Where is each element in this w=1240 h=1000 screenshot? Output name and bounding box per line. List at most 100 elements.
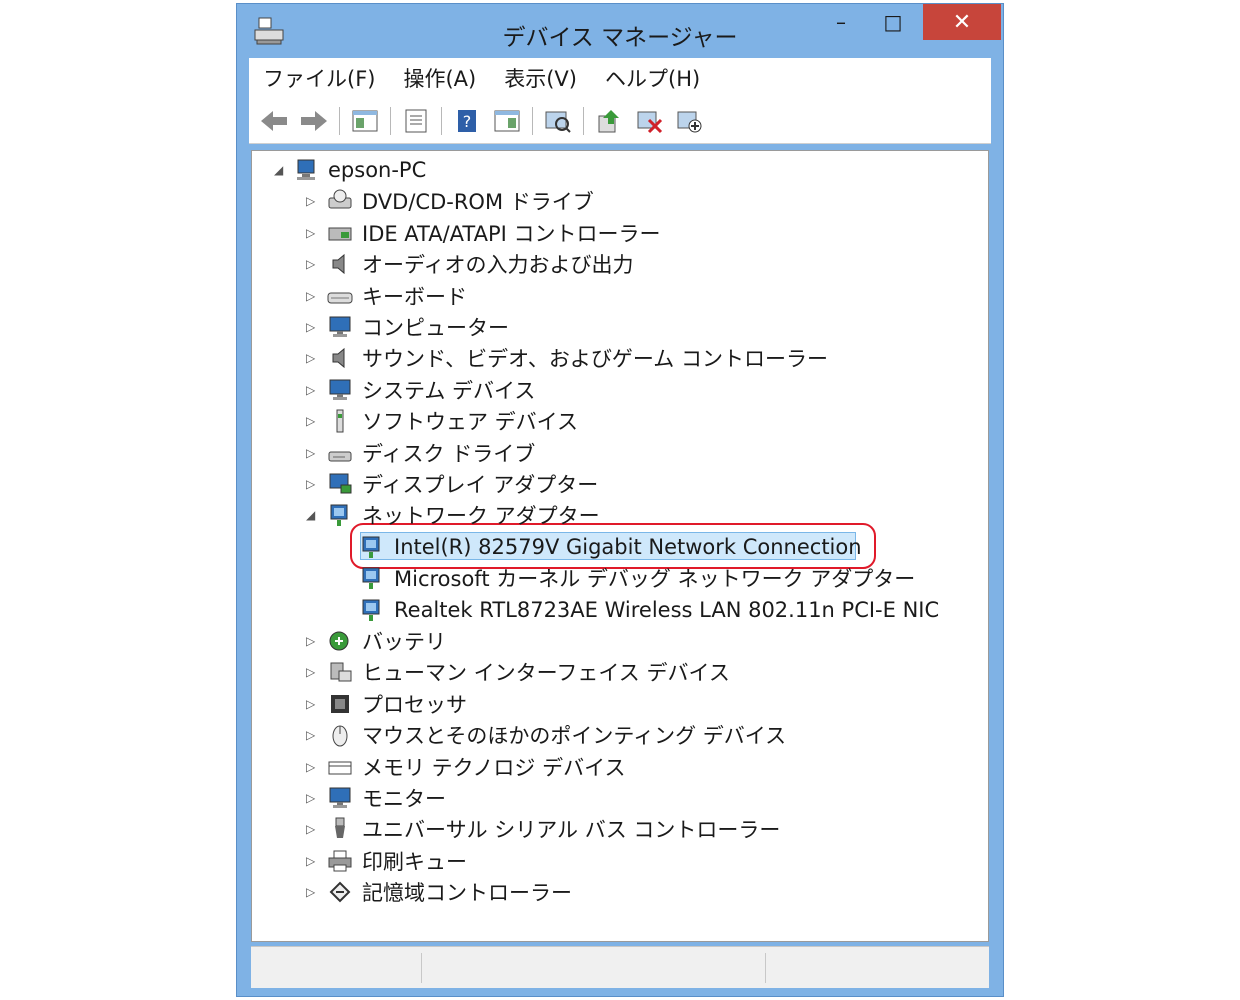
tree-item-label: ヒューマン インターフェイス デバイス	[362, 661, 730, 686]
toolbar-separator	[441, 106, 442, 135]
tree-item-label: オーディオの入力および出力	[362, 253, 634, 278]
tree-category[interactable]: ▷ キーボード	[306, 281, 467, 311]
tree-item-label: IDE ATA/ATAPI コントローラー	[362, 221, 661, 246]
toolbar-separator	[339, 106, 340, 135]
menu-help[interactable]: ヘルプ(H)	[591, 63, 714, 93]
tree-device[interactable]: Realtek RTL8723AE Wireless LAN 802.11n P…	[358, 595, 939, 625]
tree-category[interactable]: ▷ ソフトウェア デバイス	[306, 406, 578, 436]
expand-arrow-icon[interactable]: ▷	[306, 226, 315, 240]
expand-arrow-icon[interactable]: ▷	[306, 665, 315, 679]
hid-icon	[330, 662, 352, 682]
tree-category[interactable]: ▷ 記憶域コントローラー	[306, 877, 572, 907]
title-bar[interactable]: デバイス マネージャー – □ ✕	[237, 4, 1003, 56]
menu-action[interactable]: 操作(A)	[389, 63, 490, 93]
tree-category[interactable]: ▷ モニター	[306, 783, 446, 813]
computer-icon	[297, 159, 315, 180]
display-icon	[329, 473, 352, 494]
battery-icon	[329, 631, 349, 651]
memory-icon	[328, 761, 352, 775]
toolbar-separator	[390, 106, 391, 135]
cpu-icon	[331, 694, 349, 713]
toolbar: ?	[249, 98, 991, 144]
tree-category[interactable]: ▷ ユニバーサル シリアル バス コントローラー	[306, 814, 781, 844]
expand-arrow-icon[interactable]: ▷	[306, 257, 315, 271]
tree-item-label: マウスとそのほかのポインティング デバイス	[362, 724, 787, 749]
expand-arrow-icon[interactable]: ▷	[306, 320, 315, 334]
tree-item-label: 印刷キュー	[362, 849, 467, 874]
tree-device[interactable]: Microsoft カーネル デバッグ ネットワーク アダプター	[358, 563, 915, 593]
controller-icon	[328, 227, 352, 241]
usb-icon	[335, 817, 345, 839]
tree-category[interactable]: ▷ バッテリ	[306, 626, 446, 656]
menu-view[interactable]: 表示(V)	[490, 63, 591, 93]
scan-hardware-icon[interactable]	[541, 105, 575, 137]
expand-arrow-icon[interactable]: ▷	[306, 728, 315, 742]
tree-item-label: Microsoft カーネル デバッグ ネットワーク アダプター	[394, 567, 916, 592]
help-icon[interactable]: ?	[450, 105, 484, 137]
tree-category[interactable]: ▷ ヒューマン インターフェイス デバイス	[306, 657, 730, 687]
tree-category[interactable]: ▷ DVD/CD-ROM ドライブ	[306, 186, 594, 216]
uninstall-icon[interactable]	[632, 105, 666, 137]
show-hide-tree-icon[interactable]	[348, 105, 382, 137]
close-button[interactable]: ✕	[923, 4, 1001, 40]
svg-text:?: ?	[463, 112, 472, 131]
monitor-icon	[329, 316, 351, 337]
collapse-arrow-icon[interactable]: ◢	[274, 163, 283, 177]
expand-arrow-icon[interactable]: ▷	[306, 351, 315, 365]
tree-item-label: コンピューター	[362, 316, 509, 340]
tree-item-label: システム デバイス	[362, 378, 536, 403]
tree-category[interactable]: ▷ IDE ATA/ATAPI コントローラー	[306, 218, 661, 248]
expand-arrow-icon[interactable]: ▷	[306, 289, 315, 303]
tree-category[interactable]: ▷ 印刷キュー	[306, 846, 467, 876]
tree-category[interactable]: ▷ メモリ テクノロジ デバイス	[306, 752, 626, 782]
expand-arrow-icon[interactable]: ▷	[306, 446, 315, 460]
properties-icon[interactable]	[399, 105, 433, 137]
tree-category[interactable]: ▷ システム デバイス	[306, 375, 536, 405]
tree-category[interactable]: ◢ ネットワーク アダプター	[306, 500, 600, 530]
expand-arrow-icon[interactable]: ▷	[306, 383, 315, 397]
collapse-arrow-icon[interactable]: ◢	[306, 508, 315, 522]
menu-bar: ファイル(F) 操作(A) 表示(V) ヘルプ(H)	[249, 58, 991, 98]
maximize-button[interactable]: □	[871, 4, 915, 40]
menu-file[interactable]: ファイル(F)	[249, 63, 389, 93]
expand-arrow-icon[interactable]: ▷	[306, 634, 315, 648]
forward-arrow-icon[interactable]	[297, 105, 331, 137]
tree-category[interactable]: ▷ プロセッサ	[306, 689, 467, 719]
tree-category[interactable]: ▷ マウスとそのほかのポインティング デバイス	[306, 720, 787, 750]
action-pane-icon[interactable]	[490, 105, 524, 137]
expand-arrow-icon[interactable]: ▷	[306, 885, 315, 899]
tree-root[interactable]: ◢ epson-PC	[274, 155, 426, 185]
tree-item-label: モニター	[362, 787, 446, 811]
minimize-button[interactable]: –	[819, 4, 863, 40]
back-arrow-icon[interactable]	[257, 105, 291, 137]
add-legacy-icon[interactable]	[672, 105, 706, 137]
mouse-icon	[332, 725, 348, 747]
tree-device-selected[interactable]: Intel(R) 82579V Gigabit Network Connecti…	[358, 532, 862, 562]
expand-arrow-icon[interactable]: ▷	[306, 194, 315, 208]
toolbar-separator	[583, 106, 584, 135]
toolbar-separator	[532, 106, 533, 135]
tree-item-label: キーボード	[362, 284, 467, 309]
tree-item-label: 記憶域コントローラー	[362, 881, 572, 906]
tree-category[interactable]: ▷ オーディオの入力および出力	[306, 249, 634, 279]
expand-arrow-icon[interactable]: ▷	[306, 760, 315, 774]
monitor-icon	[329, 787, 351, 808]
expand-arrow-icon[interactable]: ▷	[306, 854, 315, 868]
expand-arrow-icon[interactable]: ▷	[306, 477, 315, 491]
expand-arrow-icon[interactable]: ▷	[306, 414, 315, 428]
update-driver-icon[interactable]	[592, 105, 626, 137]
tree-category[interactable]: ▷ サウンド、ビデオ、およびゲーム コントローラー	[306, 343, 828, 373]
status-divider	[421, 953, 422, 983]
tree-category[interactable]: ▷ ディスク ドライブ	[306, 438, 535, 468]
expand-arrow-icon[interactable]: ▷	[306, 791, 315, 805]
expand-arrow-icon[interactable]: ▷	[306, 822, 315, 836]
tree-item-label: バッテリ	[362, 630, 446, 654]
tree-item-label: メモリ テクノロジ デバイス	[362, 755, 626, 780]
tree-category[interactable]: ▷ コンピューター	[306, 312, 509, 342]
status-bar	[251, 946, 989, 988]
device-tree[interactable]: ◢ epson-PC ▷ DVD/CD-ROM ドライブ ▷ IDE ATA/ATAPI …	[251, 150, 989, 942]
expand-arrow-icon[interactable]: ▷	[306, 697, 315, 711]
storage-icon	[329, 881, 351, 903]
tree-item-label: ユニバーサル シリアル バス コントローラー	[362, 818, 781, 843]
tree-category[interactable]: ▷ ディスプレイ アダプター	[306, 469, 598, 499]
